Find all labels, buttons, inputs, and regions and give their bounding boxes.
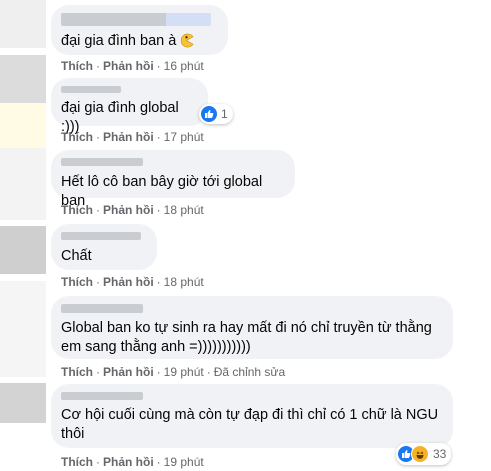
commenter-name[interactable]	[61, 86, 121, 93]
dot: ·	[156, 275, 161, 289]
like-link[interactable]: Thích	[61, 203, 93, 217]
dot: ·	[96, 59, 100, 73]
reaction-count: 33	[433, 447, 447, 461]
dot: ·	[156, 59, 161, 73]
comment-actions: Thích · Phản hồi · 19 phút · Đã chỉnh sửa	[61, 365, 285, 379]
dot: ·	[96, 203, 100, 217]
like-link[interactable]: Thích	[61, 275, 93, 289]
dot: ·	[96, 365, 100, 379]
reaction-count: 1	[221, 107, 228, 121]
comment-text: Global ban ko tự sinh ra hay mất đi nó c…	[61, 320, 436, 355]
timestamp[interactable]: 17 phút	[164, 130, 204, 144]
comment-bubble: Cơ hội cuối cùng mà còn tự đạp đi thì ch…	[51, 384, 453, 448]
commenter-name[interactable]	[61, 13, 211, 26]
commenter-name[interactable]	[61, 158, 143, 166]
like-reaction-icon	[201, 106, 217, 122]
comment-text: Chất	[61, 248, 92, 264]
timestamp[interactable]: 19 phút	[164, 455, 204, 469]
comment-text: đại gia đình ban à	[61, 33, 177, 49]
comment-bubble: Chất	[51, 224, 157, 270]
avatar	[0, 103, 46, 148]
dot: ·	[156, 203, 161, 217]
reaction-summary[interactable]: 1	[199, 104, 233, 124]
avatar	[0, 281, 46, 377]
avatar	[0, 226, 46, 274]
timestamp[interactable]: 19 phút	[164, 365, 204, 379]
reply-link[interactable]: Phản hồi	[103, 455, 154, 469]
comment-actions: Thích · Phản hồi · 18 phút	[61, 203, 204, 217]
haha-reaction-icon	[411, 445, 429, 463]
like-link[interactable]: Thích	[61, 455, 93, 469]
comment-bubble: Hết lô cô ban bây giờ tới global ban	[51, 150, 295, 209]
dot: ·	[96, 455, 100, 469]
avatar	[0, 383, 46, 423]
commenter-name[interactable]	[61, 392, 143, 400]
comment-bubble: đại gia đình global :)))	[51, 78, 208, 135]
pacman-emoji-icon	[179, 33, 194, 54]
commenter-name[interactable]	[61, 304, 143, 313]
timestamp[interactable]: 18 phút	[164, 275, 204, 289]
comment-actions: Thích · Phản hồi · 17 phút	[61, 130, 204, 144]
comment-bubble: Global ban ko tự sinh ra hay mất đi nó c…	[51, 296, 453, 359]
reply-link[interactable]: Phản hồi	[103, 365, 154, 379]
comment-actions: Thích · Phản hồi · 18 phút	[61, 275, 204, 289]
comment-actions: Thích · Phản hồi · 16 phút	[61, 59, 204, 73]
like-link[interactable]: Thích	[61, 130, 93, 144]
timestamp[interactable]: 16 phút	[164, 59, 204, 73]
reply-link[interactable]: Phản hồi	[103, 59, 154, 73]
avatar	[0, 0, 46, 48]
dot: ·	[156, 130, 161, 144]
avatar	[0, 148, 46, 220]
comment-bubble: đại gia đình ban à	[51, 5, 228, 55]
timestamp[interactable]: 18 phút	[164, 203, 204, 217]
dot: ·	[156, 455, 161, 469]
like-link[interactable]: Thích	[61, 365, 93, 379]
reply-link[interactable]: Phản hồi	[103, 130, 154, 144]
like-link[interactable]: Thích	[61, 59, 93, 73]
avatar	[0, 55, 46, 103]
dot: ·	[206, 365, 211, 379]
dot: ·	[156, 365, 161, 379]
reply-link[interactable]: Phản hồi	[103, 275, 154, 289]
edited-label[interactable]: Đã chỉnh sửa	[214, 365, 285, 379]
reply-link[interactable]: Phản hồi	[103, 203, 154, 217]
commenter-name[interactable]	[61, 232, 141, 240]
dot: ·	[96, 275, 100, 289]
comment-text: Cơ hội cuối cùng mà còn tự đạp đi thì ch…	[61, 407, 443, 442]
dot: ·	[96, 130, 100, 144]
reaction-summary[interactable]: 33	[396, 443, 452, 465]
comment-actions: Thích · Phản hồi · 19 phút	[61, 455, 204, 469]
